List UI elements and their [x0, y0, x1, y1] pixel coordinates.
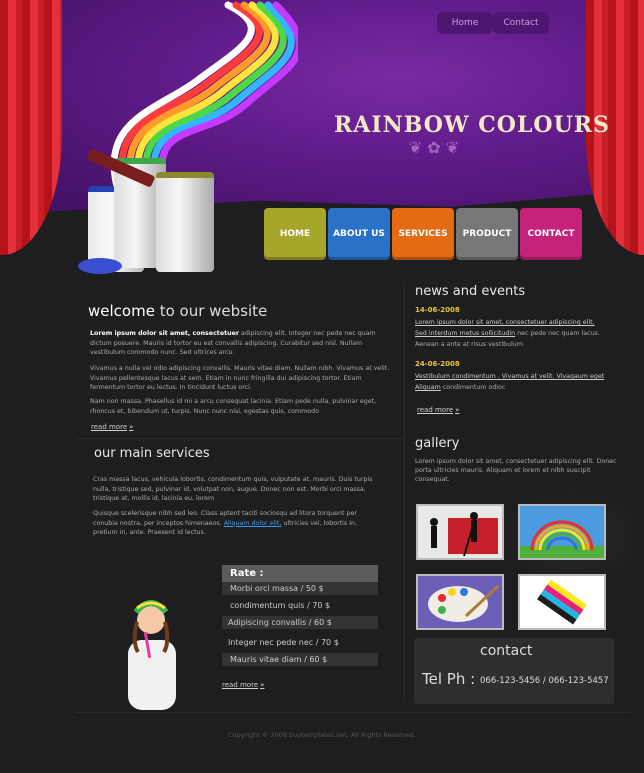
- gallery-heading: gallery: [415, 436, 460, 451]
- welcome-paragraph-3: Nam non massa. Phasellus id mi a arcu co…: [90, 398, 377, 415]
- column-divider: [404, 282, 405, 702]
- gallery-description: Lorem ipsum dolor sit amet, consectetuer…: [415, 458, 617, 483]
- gallery-thumb-palette[interactable]: [416, 574, 504, 630]
- paint-spill: [78, 258, 122, 274]
- contact-heading: contact: [480, 643, 533, 659]
- news-read-more-label[interactable]: read more: [417, 406, 453, 414]
- top-link-contact[interactable]: Contact: [493, 12, 549, 34]
- rainbow-image: [520, 506, 604, 558]
- news-date: 24-06-2008: [415, 360, 460, 368]
- rate-row: Adipiscing convallis / 60 $: [222, 616, 378, 629]
- rate-row: condimentum quis / 70 $: [230, 601, 331, 610]
- welcome-paragraph-1-bold: Lorem ipsum dolor sit amet, consectetuer: [90, 330, 239, 337]
- news-text: condimentum odioc: [440, 384, 506, 391]
- site-brand-title: RAINBOW COLOURS: [334, 112, 610, 138]
- news-link[interactable]: Lorem ipsum dolor sit amet, consectetuer…: [415, 319, 595, 326]
- welcome-heading: welcome to our website: [88, 302, 267, 320]
- services-heading: our main services: [94, 446, 210, 461]
- services-read-more-label[interactable]: read more: [222, 681, 258, 689]
- welcome-paragraph-2: Vivamus a nulla vel odio adipiscing conv…: [90, 365, 390, 392]
- double-arrow-icon: »: [260, 681, 265, 689]
- footer-divider: [75, 712, 630, 713]
- gallery-thumb-painters[interactable]: [416, 504, 504, 560]
- news-text: nec pede nec quam lacus.: [515, 330, 600, 337]
- nav-about-us[interactable]: ABOUT US: [328, 208, 390, 260]
- colour-pencils-image: [520, 576, 604, 628]
- telephone-label: Tel Ph :: [422, 670, 476, 688]
- nav-home[interactable]: HOME: [264, 208, 326, 260]
- painters-image: [418, 506, 502, 558]
- rate-label: Morbi orci massa: [230, 584, 299, 593]
- rate-price: 50 $: [305, 584, 324, 593]
- news-item: Vestibulum condimentum . Vivamus at veli…: [415, 371, 625, 393]
- double-arrow-icon: »: [455, 406, 460, 414]
- rate-label: Mauris vitae diam: [230, 655, 302, 664]
- paint-can-olive: [156, 172, 214, 272]
- rate-label: condimentum quis: [230, 601, 305, 610]
- gallery-thumb-pencils[interactable]: [518, 574, 606, 630]
- section-divider: [75, 438, 405, 439]
- top-link-home[interactable]: Home: [437, 12, 493, 34]
- rate-table-title: Rate :: [222, 565, 378, 582]
- welcome-paragraph-1: Lorem ipsum dolor sit amet, consectetuer…: [90, 329, 396, 358]
- rate-row: Integer nec pede nec / 70 $: [228, 638, 339, 647]
- rate-label: Adipiscing convallis: [228, 618, 307, 627]
- services-read-more-link[interactable]: read more»: [222, 681, 264, 689]
- aliquam-link[interactable]: Aliquam dolor elit,: [224, 520, 282, 527]
- news-heading: news and events: [415, 284, 526, 299]
- page: Home Contact RAINBOW COLOURS ❦ ✿ ❦ HOME …: [0, 0, 644, 773]
- double-arrow-icon: »: [129, 423, 134, 431]
- services-paragraph-1: Cras massa lacus, vehicula lobortis, con…: [93, 476, 373, 503]
- rate-row: Morbi orci massa / 50 $: [222, 582, 378, 595]
- news-read-more-link[interactable]: read more»: [417, 406, 459, 414]
- nav-services[interactable]: SERVICES: [392, 208, 454, 260]
- news-date: 14-06-2008: [415, 306, 460, 314]
- telephone-numbers: 066-123-5456 / 066-123-5457: [480, 676, 609, 686]
- services-paragraph-2: Quisque scelerisque nibh sed leo. Class …: [93, 509, 383, 538]
- news-link[interactable]: Aliquam: [415, 384, 441, 391]
- welcome-heading-rest: to our website: [154, 302, 268, 320]
- welcome-heading-strong: welcome: [88, 302, 155, 320]
- gallery-thumb-rainbow[interactable]: [518, 504, 606, 560]
- footer-copyright: Copyright © 2008 buytemplates.net. All R…: [228, 731, 416, 739]
- rate-price: 70 $: [320, 638, 339, 647]
- rate-label: Integer nec pede nec: [228, 638, 314, 647]
- news-item: Lorem ipsum dolor sit amet, consectetuer…: [415, 317, 625, 350]
- nav-contact[interactable]: CONTACT: [520, 208, 582, 260]
- nav-product[interactable]: PRODUCT: [456, 208, 518, 260]
- news-link[interactable]: Sed interdum metus sollicitudin: [415, 330, 515, 337]
- welcome-read-more-link[interactable]: read more»: [91, 423, 133, 431]
- paint-palette-image: [418, 576, 502, 628]
- news-link[interactable]: Vestibulum condimentum . Vivamus at veli…: [415, 373, 604, 380]
- rate-row: Mauris vitae diam / 60 $: [222, 653, 378, 666]
- rate-price: 60 $: [309, 655, 328, 664]
- girl-with-pencil-image: [128, 600, 176, 710]
- welcome-read-more-label[interactable]: read more: [91, 423, 127, 431]
- rate-price: 60 $: [314, 618, 332, 627]
- rate-price: 70 $: [312, 601, 331, 610]
- ornament-icon: ❦ ✿ ❦: [408, 138, 460, 157]
- news-text: Aenean a ante at risus vestibulum: [415, 341, 524, 348]
